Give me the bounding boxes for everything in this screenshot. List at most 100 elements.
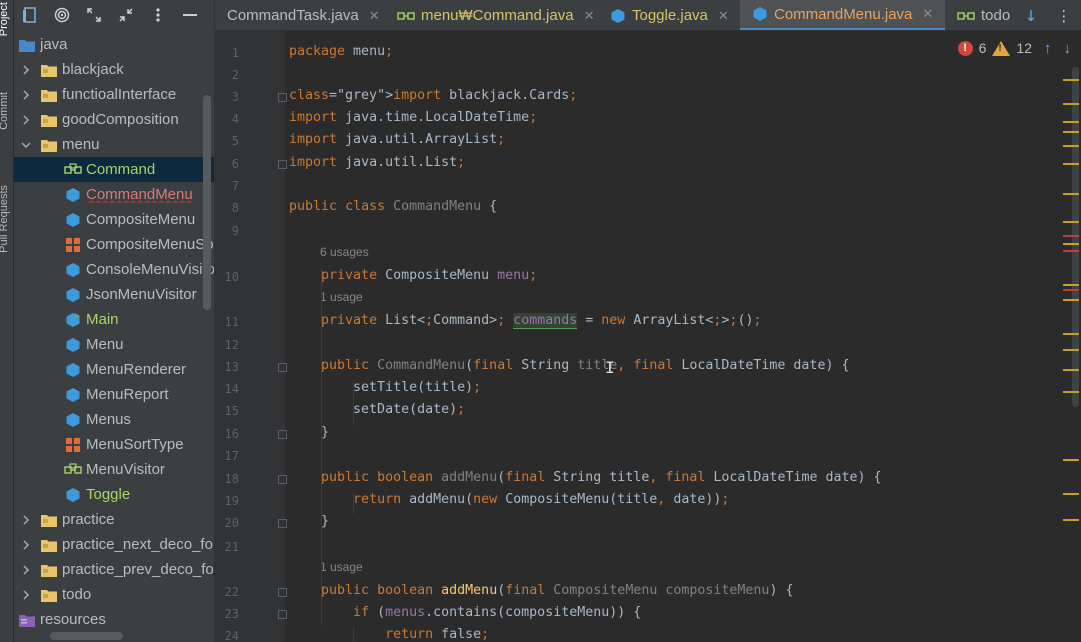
usages-hint[interactable]: 1 usage — [320, 290, 363, 304]
code-line[interactable]: import java.time.LocalDateTime; — [289, 110, 537, 125]
code-line[interactable]: return false; — [289, 627, 489, 642]
tree-item-compositemenuso[interactable]: CompositeMenuSo — [14, 232, 214, 257]
code-editor[interactable]: 1 2 3 4 5 6 7 8 9 10 11 12 13 14 15 16 17 18 19 20 21 22 23 24 … — [215, 31, 1081, 642]
tree-item-menu[interactable]: Menu — [14, 332, 214, 357]
error-marker[interactable] — [1063, 235, 1079, 237]
warning-marker[interactable] — [1063, 103, 1079, 105]
code-line[interactable]: private CompositeMenu menu; — [289, 268, 537, 283]
tree-item-menus[interactable]: Menus — [14, 407, 214, 432]
tree-item-resources[interactable]: resources — [14, 607, 214, 632]
inspection-widget[interactable]: ! 6 ! 12 ↑ ↓ — [957, 39, 1071, 57]
warning-marker[interactable] — [1063, 79, 1079, 81]
fold-marker-icon[interactable] — [278, 610, 287, 619]
tree-item-menureport[interactable]: MenuReport — [14, 382, 214, 407]
warning-marker[interactable] — [1063, 243, 1079, 245]
editor-vertical-scrollbar[interactable] — [1072, 67, 1079, 407]
code-line[interactable]: import java.util.List; — [289, 155, 465, 170]
tab-commandmenu[interactable]: CommandMenu.java ✕ — [740, 0, 945, 30]
error-marker[interactable] — [1063, 250, 1079, 252]
usages-hint[interactable]: 1 usage — [320, 560, 363, 574]
tree-item-compositemenu[interactable]: CompositeMenu — [14, 207, 214, 232]
tab-commandtask[interactable]: CommandTask.java ✕ — [215, 0, 385, 30]
tree-item-java[interactable]: java — [14, 32, 214, 57]
close-icon[interactable]: ✕ — [584, 8, 595, 24]
warning-marker[interactable] — [1063, 493, 1079, 495]
usages-hint[interactable]: 6 usages — [320, 245, 369, 259]
tree-item-functioalinterface[interactable]: functioalInterface — [14, 82, 214, 107]
chevron-right-icon[interactable] — [20, 89, 32, 101]
fold-marker-icon[interactable] — [278, 588, 287, 597]
warning-marker[interactable] — [1063, 349, 1079, 351]
code-line[interactable]: setTitle(title); — [289, 380, 481, 395]
close-icon[interactable]: ✕ — [369, 8, 380, 24]
warning-marker[interactable] — [1063, 459, 1079, 461]
chevron-right-icon[interactable] — [20, 539, 32, 551]
tree-item-main[interactable]: Main — [14, 307, 214, 332]
code-line[interactable]: return addMenu(new CompositeMenu(title, … — [289, 492, 729, 507]
tree-item-jsonmenuvisitor[interactable]: JsonMenuVisitor — [14, 282, 214, 307]
warning-marker[interactable] — [1063, 391, 1079, 393]
more-tabs-icon[interactable]: ⋮ — [1056, 7, 1071, 25]
tree-item-menuvisitor[interactable]: MenuVisitor — [14, 457, 214, 482]
tree-item-menusorttype[interactable]: MenuSortType — [14, 432, 214, 457]
arrow-down-icon[interactable]: ↓ — [1025, 7, 1038, 25]
previous-highlight-icon[interactable]: ↑ — [1044, 40, 1052, 57]
select-opened-file-icon[interactable] — [14, 0, 46, 30]
warning-marker[interactable] — [1063, 121, 1079, 123]
warning-marker[interactable] — [1063, 163, 1079, 165]
fold-marker-icon[interactable] — [278, 519, 287, 528]
code-line[interactable]: setDate(date); — [289, 402, 465, 417]
warning-marker[interactable] — [1063, 131, 1079, 133]
tree-item-menurenderer[interactable]: MenuRenderer — [14, 357, 214, 382]
tab-menu-command[interactable]: menu₩Command.java ✕ — [385, 0, 598, 30]
tool-tab-project[interactable]: Project — [0, 2, 13, 36]
tree-item-practice_prev_deco_fo[interactable]: practice_prev_deco_fo — [14, 557, 214, 582]
tree-item-blackjack[interactable]: blackjack — [14, 57, 214, 82]
chevron-right-icon[interactable] — [20, 564, 32, 576]
code-line[interactable]: public class CommandMenu { — [289, 199, 497, 214]
chevron-right-icon[interactable] — [20, 64, 32, 76]
hide-panel-icon[interactable] — [174, 0, 206, 30]
close-icon[interactable]: ✕ — [718, 8, 729, 24]
warning-marker[interactable] — [1063, 333, 1079, 335]
tree-item-commandmenu[interactable]: CommandMenu — [14, 182, 214, 207]
close-icon[interactable]: ✕ — [922, 6, 933, 22]
chevron-down-icon[interactable] — [20, 139, 32, 151]
code-line[interactable]: import java.util.ArrayList; — [289, 132, 505, 147]
options-menu-icon[interactable] — [142, 0, 174, 30]
tree-item-menu[interactable]: menu — [14, 132, 214, 157]
code-line[interactable]: } — [289, 425, 329, 440]
code-line[interactable]: if (menus.contains(compositeMenu)) { — [289, 605, 641, 620]
code-line[interactable]: package menu; — [289, 44, 393, 59]
fold-marker-icon[interactable] — [278, 93, 287, 102]
locate-icon[interactable] — [46, 0, 78, 30]
chevron-right-icon[interactable] — [20, 514, 32, 526]
expand-all-icon[interactable] — [78, 0, 110, 30]
fold-marker-icon[interactable] — [278, 160, 287, 169]
warning-marker[interactable] — [1063, 299, 1079, 301]
code-line[interactable]: public boolean addMenu(final CompositeMe… — [289, 583, 793, 598]
tree-item-consolemenuvisito[interactable]: ConsoleMenuVisito — [14, 257, 214, 282]
code-line[interactable]: } — [289, 514, 329, 529]
collapse-all-icon[interactable] — [110, 0, 142, 30]
project-horizontal-scrollbar[interactable] — [50, 632, 123, 640]
warning-marker[interactable] — [1063, 519, 1079, 521]
tool-tab-pull-requests[interactable]: Pull Requests — [0, 185, 13, 253]
tree-item-toggle[interactable]: Toggle — [14, 482, 214, 507]
fold-marker-icon[interactable] — [278, 363, 287, 372]
fold-marker-icon[interactable] — [278, 475, 287, 484]
tab-toggle[interactable]: Toggle.java ✕ — [598, 0, 740, 30]
tree-item-practice[interactable]: practice — [14, 507, 214, 532]
tree-item-goodcomposition[interactable]: goodComposition — [14, 107, 214, 132]
code-line[interactable]: public boolean addMenu(final String titl… — [289, 470, 881, 485]
tool-tab-commit[interactable]: Commit — [0, 92, 13, 130]
error-marker[interactable] — [1063, 289, 1079, 291]
tree-item-command[interactable]: Command — [14, 157, 214, 182]
fold-marker-icon[interactable] — [278, 430, 287, 439]
warning-marker[interactable] — [1063, 193, 1079, 195]
warning-marker[interactable] — [1063, 221, 1079, 223]
chevron-right-icon[interactable] — [20, 589, 32, 601]
chevron-right-icon[interactable] — [20, 114, 32, 126]
tree-item-todo[interactable]: todo — [14, 582, 214, 607]
code-line[interactable]: class="grey">import blackjack.Cards; — [289, 88, 577, 103]
